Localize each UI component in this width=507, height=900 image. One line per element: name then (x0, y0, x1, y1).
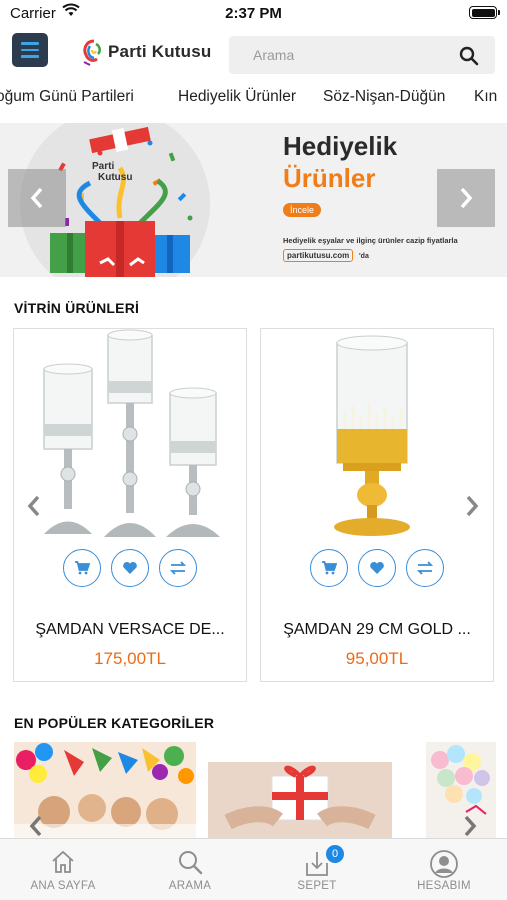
add-to-cart-button[interactable] (63, 549, 101, 587)
tab-account[interactable]: HESABIM (381, 839, 507, 900)
category-strip: oğum Günü Partileri Hediyelik Ürünler Sö… (0, 80, 507, 116)
product-price: 95,00TL (345, 649, 409, 668)
tab-cart-label: SEPET (297, 880, 337, 892)
banner-title: Hediyelik (283, 131, 398, 161)
banner-prev-button[interactable] (8, 169, 66, 227)
search-icon[interactable] (459, 46, 479, 66)
tab-search-label: ARAMA (168, 880, 212, 892)
cart-icon (322, 561, 337, 575)
chevron-left-icon (30, 187, 43, 209)
tab-home[interactable]: ANA SAYFA (0, 839, 126, 900)
logo[interactable]: Parti Kutusu (80, 34, 211, 70)
heart-icon (123, 561, 137, 574)
add-to-cart-button[interactable] (310, 549, 348, 587)
compare-arrows-icon (170, 561, 186, 575)
banner-subtitle: Ürünler (283, 163, 376, 193)
account-icon (430, 850, 458, 878)
add-to-favorites-button[interactable] (111, 549, 149, 587)
product-card[interactable]: ŞAMDAN VERSACE DE... 175,00TL (13, 328, 247, 682)
compare-button[interactable] (159, 549, 197, 587)
category-card-gifts[interactable] (208, 742, 392, 838)
compare-arrows-icon (417, 561, 433, 575)
search-icon (179, 851, 203, 875)
popular-categories-title: EN POPÜLER KATEGORİLER (14, 715, 215, 731)
product-actions (261, 549, 493, 587)
logo-swirl-icon (83, 39, 101, 66)
category-item-hediyelik[interactable]: Hediyelik Ürünler (178, 88, 296, 106)
tab-search[interactable]: ARAMA (127, 839, 253, 900)
add-to-favorites-button[interactable] (358, 549, 396, 587)
cart-count-badge: 0 (326, 845, 344, 863)
status-bar: Carrier 2:37 PM (0, 0, 507, 28)
menu-button[interactable] (12, 33, 48, 67)
tab-account-label: HESABIM (417, 880, 471, 892)
banner-logo: Parti Kutusu (92, 161, 133, 183)
product-price: 175,00TL (94, 649, 166, 668)
product-name: ŞAMDAN 29 CM GOLD ... (283, 621, 471, 638)
home-icon (52, 850, 74, 873)
bottom-tab-bar: ANA SAYFA ARAMA 0 SEPET HESABIM (0, 838, 507, 900)
product-name: ŞAMDAN VERSACE DE... (35, 621, 225, 638)
product-image (334, 335, 410, 536)
chevron-right-icon (460, 187, 473, 209)
category-item-soz-nisan[interactable]: Söz-Nişan-Düğün (323, 88, 445, 106)
promo-banner[interactable]: Parti Kutusu Hediyelik Ürünler İncele He… (0, 123, 507, 277)
banner-url: partikutusu.com (283, 249, 354, 262)
category-item-kina[interactable]: Kın (474, 88, 497, 106)
category-card-balloons[interactable] (426, 742, 496, 838)
tab-home-label: ANA SAYFA (30, 880, 96, 892)
banner-next-button[interactable] (437, 169, 495, 227)
heart-icon (370, 561, 384, 574)
tab-cart[interactable]: 0 SEPET (254, 839, 380, 900)
product-actions (14, 549, 246, 587)
categories-next-arrow[interactable] (462, 814, 478, 838)
logo-text: Parti Kutusu (108, 42, 212, 61)
product-card[interactable]: ŞAMDAN 29 CM GOLD ... 95,00TL (260, 328, 494, 682)
search-bar[interactable] (229, 36, 495, 74)
category-item-dogum-gunu[interactable]: oğum Günü Partileri (0, 88, 134, 106)
product-image (43, 329, 220, 537)
showcase-title: VİTRİN ÜRÜNLERİ (14, 300, 140, 316)
banner-inspect-button[interactable]: İncele (283, 203, 322, 217)
showcase-prev-arrow[interactable] (26, 494, 42, 518)
categories-prev-arrow[interactable] (28, 814, 44, 838)
app-header: Parti Kutusu (0, 28, 507, 80)
search-input[interactable] (229, 36, 449, 74)
compare-button[interactable] (406, 549, 444, 587)
cart-icon (75, 561, 90, 575)
gift-box-image (208, 742, 392, 838)
battery-icon (469, 6, 497, 19)
clock: 2:37 PM (225, 5, 282, 22)
showcase-next-arrow[interactable] (464, 494, 480, 518)
balloons-image (426, 742, 496, 838)
banner-url-suffix: 'da (359, 253, 369, 260)
banner-description: Hediyelik eşyalar ve ilginç ürünler cazi… (283, 236, 458, 245)
